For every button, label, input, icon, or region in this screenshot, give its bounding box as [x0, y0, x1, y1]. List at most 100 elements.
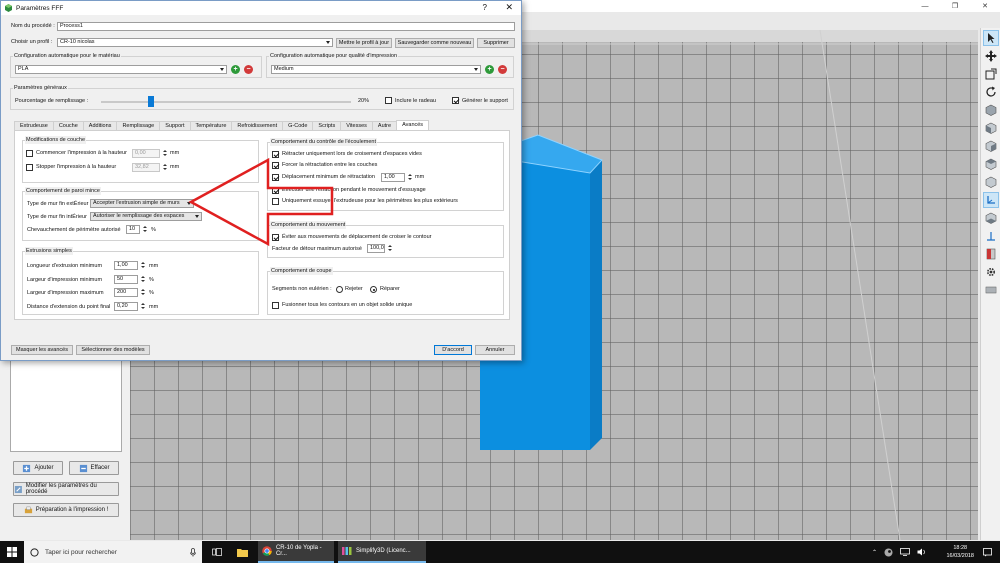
cross-section-button[interactable]	[983, 228, 999, 244]
max-print-width-spinner-icon[interactable]	[140, 288, 145, 297]
clock[interactable]: 18:28 16/03/2018	[946, 544, 974, 560]
notifications-button[interactable]	[980, 541, 994, 563]
tab-vitesses[interactable]: Vitesses	[340, 121, 373, 130]
tray-expand-icon[interactable]: ⌃	[872, 549, 877, 556]
add-material-button[interactable]: +	[231, 65, 240, 74]
reject-radio[interactable]	[336, 286, 343, 293]
remove-quality-button[interactable]: −	[498, 65, 507, 74]
merge-contours-checkbox[interactable]	[272, 302, 279, 309]
scale-tool-button[interactable]	[983, 66, 999, 82]
tab-couche[interactable]: Couche	[52, 121, 84, 130]
view-axes-button[interactable]	[983, 192, 999, 208]
start-height-checkbox[interactable]	[26, 150, 33, 157]
max-print-width-input[interactable]: 200	[114, 288, 138, 297]
min-print-width-input[interactable]: 50	[114, 275, 138, 284]
hide-advanced-button[interactable]: Masquer les avancés	[11, 345, 73, 355]
tab-additions[interactable]: Additions	[82, 121, 118, 130]
min-extrusion-length-input[interactable]: 1,00	[114, 261, 138, 270]
move-tool-button[interactable]	[983, 48, 999, 64]
tab-scripts[interactable]: Scripts	[312, 121, 342, 130]
process-list[interactable]	[10, 360, 122, 452]
save-as-new-button[interactable]: Sauvegarder comme nouveau	[395, 38, 474, 48]
endpoint-extension-spinner-icon[interactable]	[140, 302, 145, 311]
stop-height-checkbox[interactable]	[26, 164, 33, 171]
prepare-print-button[interactable]: Préparation à l'impression !	[13, 503, 119, 517]
wipe-outer-only-checkbox[interactable]	[272, 198, 279, 205]
force-retract-checkbox[interactable]	[272, 162, 279, 169]
print-preview-button[interactable]	[983, 246, 999, 262]
min-extrusion-length-spinner-icon[interactable]	[140, 261, 145, 270]
perimeter-overlap-input[interactable]: 10	[126, 225, 140, 234]
dialog-close-button[interactable]: ✕	[505, 2, 513, 13]
view-back-button[interactable]	[983, 138, 999, 154]
tab-temperature[interactable]: Température	[189, 121, 233, 130]
infill-slider-handle[interactable]	[148, 96, 154, 107]
view-iso-button[interactable]	[983, 102, 999, 118]
infill-slider-track[interactable]	[101, 101, 351, 103]
remove-material-button[interactable]: −	[244, 65, 253, 74]
min-print-width-spinner-icon[interactable]	[140, 275, 145, 284]
tab-remplissage[interactable]: Remplissage	[116, 121, 161, 130]
remove-process-button[interactable]: Effacer	[69, 461, 119, 475]
min-retract-move-spinner-icon[interactable]	[407, 173, 412, 182]
tab-refroidissement[interactable]: Refroidissement	[231, 121, 284, 130]
avoid-crossing-checkbox[interactable]	[272, 234, 279, 241]
steam-icon[interactable]	[884, 548, 893, 557]
include-raft-checkbox[interactable]	[385, 97, 392, 104]
file-explorer-button[interactable]	[234, 541, 250, 563]
generate-support-checkbox[interactable]	[452, 97, 459, 104]
start-height-spinner-icon[interactable]	[162, 149, 167, 158]
select-tool-button[interactable]	[983, 30, 999, 46]
min-retract-move-input[interactable]: 1,00	[381, 173, 405, 182]
layers-button[interactable]	[983, 282, 999, 298]
select-models-button[interactable]: Sélectionner des modèles	[76, 345, 150, 355]
maximize-button[interactable]: ❐	[940, 0, 970, 12]
tab-extrudeuse[interactable]: Extrudeuse	[14, 121, 54, 130]
task-view-button[interactable]	[210, 541, 224, 563]
process-name-input[interactable]: Process1	[57, 22, 515, 31]
tab-g-code[interactable]: G-Code	[282, 121, 314, 130]
add-quality-button[interactable]: +	[485, 65, 494, 74]
view-left-button[interactable]	[983, 156, 999, 172]
delete-profile-button[interactable]: Supprimer	[477, 38, 515, 48]
prepare-print-label: Préparation à l'impression !	[35, 507, 109, 513]
retract-crossing-checkbox[interactable]	[272, 151, 279, 158]
detour-factor-spinner-icon[interactable]	[387, 244, 392, 253]
start-height-input[interactable]: 0,00	[132, 149, 160, 158]
view-bottom-button[interactable]	[983, 210, 999, 226]
tab-support[interactable]: Support	[159, 121, 191, 130]
settings-button[interactable]	[983, 264, 999, 280]
tab-autre[interactable]: Autre	[371, 121, 398, 130]
rotate-tool-button[interactable]	[983, 84, 999, 100]
stop-height-spinner-icon[interactable]	[162, 163, 167, 172]
tab-avances[interactable]: Avancés	[396, 120, 430, 130]
network-icon[interactable]	[900, 548, 910, 556]
min-retract-move-checkbox[interactable]	[272, 174, 279, 181]
help-button[interactable]: ?	[483, 3, 487, 12]
view-front-button[interactable]	[983, 120, 999, 136]
detour-factor-input[interactable]: 100,0	[367, 244, 385, 253]
outer-thin-wall-select[interactable]: Accepter l'extrusion simple de murs	[90, 199, 194, 208]
cancel-button[interactable]: Annuler	[475, 345, 515, 355]
add-process-button[interactable]: Ajouter	[13, 461, 63, 475]
stop-height-input[interactable]: 32,82	[132, 163, 160, 172]
profile-select[interactable]: CR-10 nicolas	[57, 38, 333, 47]
material-select[interactable]: PLA	[15, 65, 227, 74]
repair-radio[interactable]	[370, 286, 377, 293]
taskbar-chrome-window[interactable]: CR-10 de Yopla - Cr...	[258, 541, 334, 563]
taskbar-simplify3d-window[interactable]: Simplify3D (Licenc...	[338, 541, 426, 563]
perimeter-overlap-spinner-icon[interactable]	[142, 225, 147, 234]
edit-process-button[interactable]: Modifier les paramètres du procédé	[13, 482, 119, 496]
inner-thin-wall-select[interactable]: Autoriser le remplissage des espaces	[90, 212, 202, 221]
minimize-button[interactable]: —	[910, 0, 940, 12]
quality-select[interactable]: Medium	[271, 65, 481, 74]
taskbar-search[interactable]: Taper ici pour rechercher	[24, 541, 202, 563]
endpoint-extension-input[interactable]: 0,20	[114, 302, 138, 311]
volume-icon[interactable]	[917, 548, 926, 556]
ok-button[interactable]: D'accord	[434, 345, 472, 355]
view-right-button[interactable]	[983, 174, 999, 190]
wipe-retract-checkbox[interactable]	[272, 187, 279, 194]
close-button[interactable]: ✕	[970, 0, 1000, 12]
update-profile-button[interactable]: Mettre le profil à jour	[336, 38, 392, 48]
start-button[interactable]	[0, 541, 24, 563]
